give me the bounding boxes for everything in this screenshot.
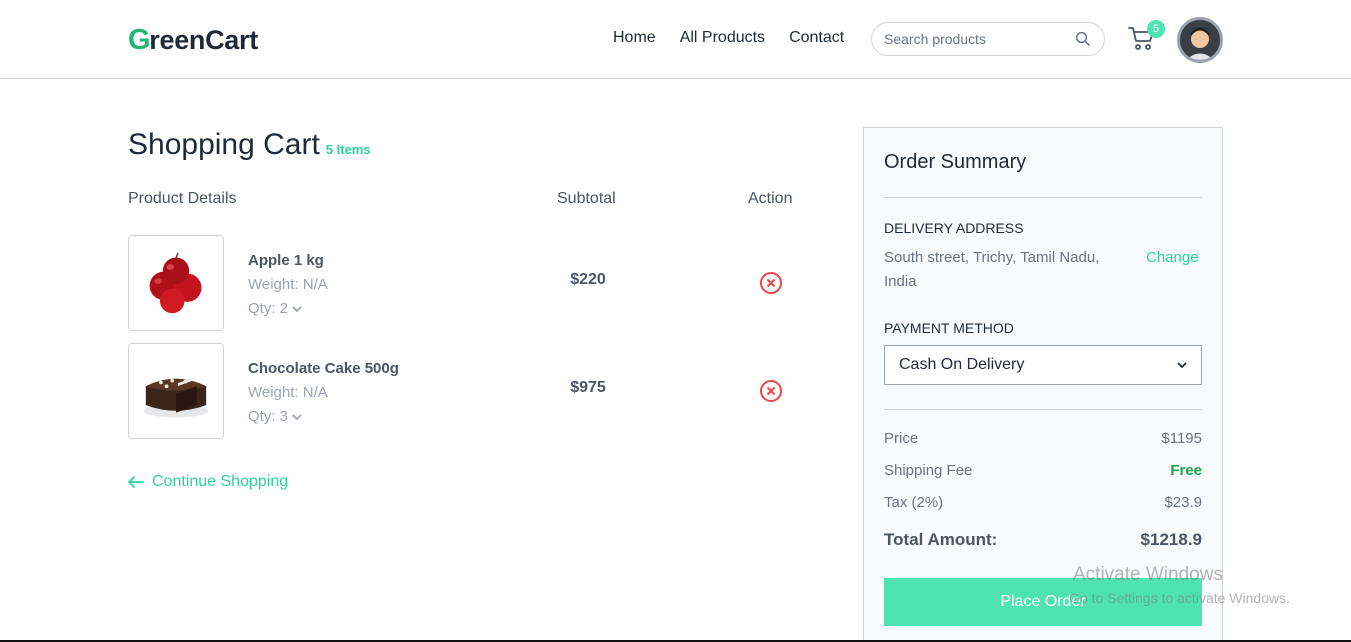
- total-label: Total Amount:: [884, 530, 998, 549]
- item-subtotal: $975: [570, 379, 606, 396]
- cart-item-count: 5 Items: [325, 142, 371, 157]
- apple-image: [149, 252, 202, 314]
- search-input[interactable]: [884, 31, 1074, 47]
- divider: [884, 197, 1202, 198]
- quantity-select[interactable]: Qty: 3: [248, 405, 399, 429]
- arrow-left-icon: [128, 476, 144, 488]
- product-name: Chocolate Cake 500g: [248, 360, 399, 377]
- cart-count-badge: 5: [1147, 20, 1165, 38]
- quantity-label: Qty: 2: [248, 300, 289, 317]
- payment-method-select[interactable]: Cash On Delivery: [884, 345, 1202, 385]
- search-icon[interactable]: [1074, 30, 1092, 48]
- price-line: Price $1195: [884, 430, 1202, 447]
- user-avatar-icon: [1180, 20, 1220, 60]
- product-weight: Weight: N/A: [248, 276, 328, 293]
- main-nav: Home All Products Contact: [613, 29, 844, 47]
- remove-item-icon[interactable]: [759, 271, 783, 295]
- logo-text: reenCart: [149, 24, 258, 55]
- total-line: Total Amount: $1218.9: [884, 530, 1202, 550]
- price-value: $1195: [1161, 430, 1202, 447]
- nav-all-products[interactable]: All Products: [680, 29, 765, 47]
- item-subtotal: $220: [570, 271, 606, 288]
- divider: [884, 409, 1202, 410]
- product-weight: Weight: N/A: [248, 384, 328, 401]
- quantity-select[interactable]: Qty: 2: [248, 297, 328, 321]
- search-bar: [871, 22, 1105, 56]
- watermark-line1: Activate Windows: [1073, 564, 1223, 585]
- tax-label: Tax (2%): [884, 494, 944, 511]
- top-navbar: G reenCart Home All Products Contact 5: [0, 0, 1351, 79]
- cake-image: [143, 377, 209, 418]
- continue-shopping-link[interactable]: Continue Shopping: [128, 473, 288, 491]
- delivery-address-label: DELIVERY ADDRESS: [884, 220, 1024, 236]
- logo[interactable]: G reenCart: [128, 22, 258, 58]
- shipping-value: Free: [1170, 462, 1202, 479]
- page-title: Shopping Cart 5 Items: [128, 128, 371, 162]
- payment-method-label: PAYMENT METHOD: [884, 320, 1014, 336]
- chevron-down-icon: [292, 414, 302, 421]
- delivery-address: South street, Trichy, Tamil Nadu, India: [884, 249, 1100, 290]
- watermark-line2: Go to Settings to activate Windows.: [1069, 590, 1290, 606]
- column-action: Action: [748, 190, 793, 207]
- avatar[interactable]: [1177, 17, 1223, 63]
- windows-activation-watermark: Activate Windows Go to Settings to activ…: [1069, 564, 1290, 606]
- shipping-line: Shipping Fee Free: [884, 462, 1202, 479]
- tax-line: Tax (2%) $23.9: [884, 494, 1202, 511]
- remove-item-icon[interactable]: [759, 379, 783, 403]
- tax-value: $23.9: [1164, 494, 1202, 511]
- continue-shopping-label: Continue Shopping: [152, 473, 289, 490]
- product-name: Apple 1 kg: [248, 252, 324, 269]
- cart-item-row: Chocolate Cake 500g Weight: N/A Qty: 3 $…: [128, 343, 808, 439]
- product-info: Apple 1 kg Weight: N/A Qty: 2: [248, 249, 328, 321]
- change-address-link[interactable]: Change: [1146, 246, 1199, 270]
- shipping-label: Shipping Fee: [884, 462, 973, 479]
- nav-home[interactable]: Home: [613, 29, 656, 47]
- chevron-down-icon: [292, 306, 302, 313]
- logo-mark: G: [128, 23, 151, 56]
- payment-method-value: Cash On Delivery: [899, 356, 1025, 373]
- nav-contact[interactable]: Contact: [789, 29, 844, 47]
- column-subtotal: Subtotal: [557, 190, 616, 207]
- column-product-details: Product Details: [128, 190, 237, 207]
- order-summary-title: Order Summary: [884, 151, 1027, 173]
- product-image-apple[interactable]: [128, 235, 224, 331]
- price-label: Price: [884, 430, 919, 447]
- total-value: $1218.9: [1140, 530, 1202, 549]
- product-info: Chocolate Cake 500g Weight: N/A Qty: 3: [248, 357, 399, 429]
- product-image-cake[interactable]: [128, 343, 224, 439]
- chevron-down-icon: [1177, 362, 1187, 369]
- cart-item-row: Apple 1 kg Weight: N/A Qty: 2 $220: [128, 235, 808, 331]
- quantity-label: Qty: 3: [248, 408, 289, 425]
- page-title-text: Shopping Cart: [128, 128, 320, 161]
